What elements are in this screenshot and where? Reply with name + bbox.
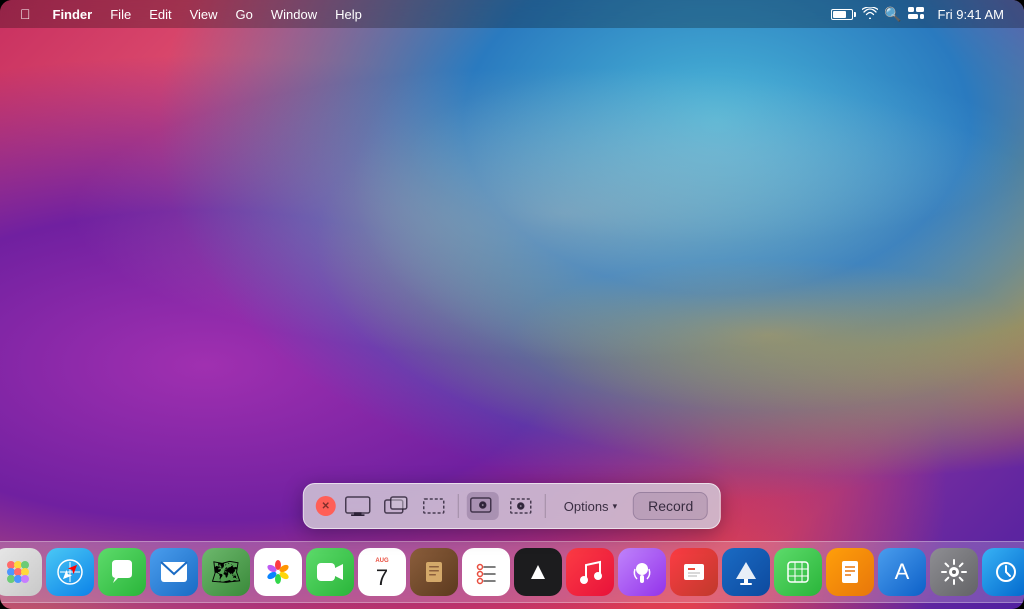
dock-app-keynote[interactable] [722, 548, 770, 596]
dock-app-screentime[interactable] [982, 548, 1024, 596]
menubar-edit[interactable]: Edit [141, 5, 179, 24]
menubar-view[interactable]: View [182, 5, 226, 24]
menubar-help[interactable]: Help [327, 5, 370, 24]
dock-app-reminders[interactable] [462, 548, 510, 596]
dock-app-pages[interactable] [826, 548, 874, 596]
menubar-window[interactable]: Window [263, 5, 325, 24]
capture-entire-screen-button[interactable] [342, 492, 374, 520]
chevron-down-icon: ▾ [613, 501, 618, 512]
record-button[interactable]: Record [633, 492, 708, 520]
dock-app-news[interactable] [670, 548, 718, 596]
menubar-go[interactable]: Go [228, 5, 261, 24]
menubar-file[interactable]: File [102, 5, 139, 24]
toolbar-divider-1 [458, 494, 459, 518]
dock-app-messages[interactable] [98, 548, 146, 596]
capture-selection-button[interactable] [418, 492, 450, 520]
dock-app-facetime[interactable] [306, 548, 354, 596]
record-screen-button[interactable] [467, 492, 499, 520]
close-button[interactable]: ✕ [316, 496, 336, 516]
dock-app-appletv[interactable] [514, 548, 562, 596]
dock-app-safari[interactable] [46, 548, 94, 596]
controlcenter-icon[interactable] [908, 7, 924, 22]
dock-app-settings[interactable] [930, 548, 978, 596]
menubar-left:  Finder File Edit View Go Window Help [12, 4, 831, 24]
dock-app-launchpad[interactable] [0, 548, 42, 596]
dock-app-podcasts[interactable] [618, 548, 666, 596]
record-selection-button[interactable] [505, 492, 537, 520]
dock-app-brown[interactable] [410, 548, 458, 596]
dock-app-mail[interactable] [150, 548, 198, 596]
menubar:  Finder File Edit View Go Window Help [0, 0, 1024, 28]
wifi-icon[interactable] [862, 6, 878, 22]
capture-window-button[interactable] [380, 492, 412, 520]
record-label: Record [648, 498, 693, 514]
screenshot-toolbar: ✕ [303, 483, 721, 529]
dock-app-appstore[interactable]: A [878, 548, 926, 596]
dock-app-numbers[interactable] [774, 548, 822, 596]
dock: 🔵 [0, 541, 1024, 603]
menubar-right: 🔍 Fri 9:41 AM [831, 5, 1012, 24]
apple-menu[interactable]:  [12, 4, 39, 24]
search-icon[interactable]: 🔍 [884, 6, 901, 23]
menubar-time[interactable]: Fri 9:41 AM [930, 5, 1012, 24]
macbook-frame:  Finder File Edit View Go Window Help [0, 0, 1024, 609]
options-button[interactable]: Options ▾ [554, 495, 627, 518]
dock-app-maps[interactable]: 🗺 [202, 548, 250, 596]
close-icon: ✕ [322, 501, 330, 512]
toolbar-divider-2 [545, 494, 546, 518]
dock-app-photos[interactable] [254, 548, 302, 596]
dock-app-music[interactable] [566, 548, 614, 596]
options-label: Options [564, 499, 609, 514]
dock-app-calendar[interactable]: AUG 7 [358, 548, 406, 596]
svg-text:A: A [895, 559, 910, 584]
battery-icon [831, 9, 856, 20]
menubar-finder[interactable]: Finder [45, 5, 101, 24]
